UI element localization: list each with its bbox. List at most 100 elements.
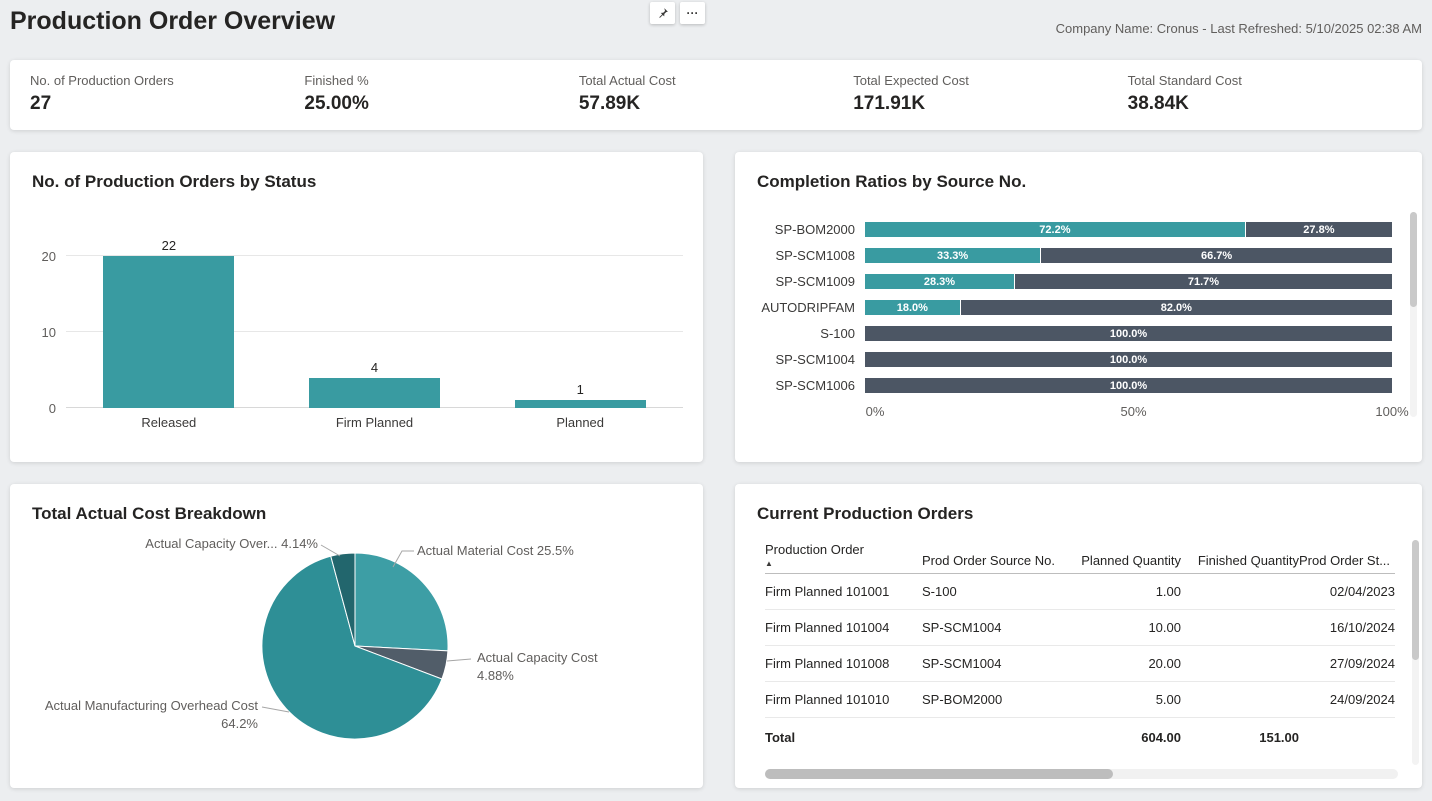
- table-cell: Firm Planned 101008: [765, 645, 922, 682]
- column-header-2[interactable]: Planned Quantity: [1074, 536, 1181, 574]
- chart-title-cost-breakdown: Total Actual Cost Breakdown: [32, 504, 267, 523]
- y-axis-label: 20: [41, 249, 56, 264]
- stacked-row-0: SP-BOM2000 72.2% 27.8%: [747, 222, 1392, 237]
- table-cell: 5.00: [1074, 681, 1181, 718]
- segment-finished[interactable]: 28.3%: [865, 274, 1014, 289]
- segment-finished[interactable]: 18.0%: [865, 300, 960, 315]
- table-cell: 1.00: [1074, 573, 1181, 610]
- table-row[interactable]: Firm Planned 101008 SP-SCM1004 20.00 27/09/…: [765, 645, 1395, 682]
- chart-title-completion: Completion Ratios by Source No.: [757, 172, 1027, 191]
- column-header-1[interactable]: Prod Order Source No.: [922, 536, 1074, 574]
- table-cell: 16/10/2024: [1299, 609, 1395, 646]
- pie-slice-0[interactable]: [354, 552, 449, 652]
- kpi-label: Total Standard Cost: [1127, 73, 1242, 88]
- x-axis-label: 50%: [1120, 404, 1147, 419]
- more-options-icon: ···: [686, 6, 699, 20]
- current-orders-card: Current Production Orders Production Ord…: [735, 484, 1422, 788]
- table-row[interactable]: Firm Planned 101004 SP-SCM1004 10.00 16/10/…: [765, 609, 1395, 646]
- production-order-overview-dashboard: Production Order Overview ··· Company Na…: [0, 0, 1432, 801]
- table-cell: SP-SCM1004: [922, 609, 1074, 646]
- table-cell: Firm Planned 101010: [765, 681, 922, 718]
- stacked-row-3: AUTODRIPFAM 18.0% 82.0%: [747, 300, 1392, 315]
- segment-remaining[interactable]: 100.0%: [865, 352, 1392, 367]
- segment-remaining[interactable]: 71.7%: [1014, 274, 1392, 289]
- total-cell: 151.00: [1181, 717, 1299, 753]
- x-axis-label: Planned: [556, 415, 605, 430]
- segment-remaining[interactable]: 66.7%: [1041, 248, 1392, 263]
- completion-vertical-scrollbar[interactable]: [1410, 212, 1417, 417]
- kpi-4: Total Standard Cost 38.84K: [1128, 73, 1402, 117]
- kpi-value: 171.91K: [853, 93, 926, 114]
- completion-x-axis: 0% 50% 100%: [866, 404, 1409, 420]
- column-header-4[interactable]: Prod Order St...: [1299, 536, 1395, 574]
- column-header-3[interactable]: Finished Quantity: [1181, 536, 1299, 574]
- segment-remaining[interactable]: 100.0%: [865, 378, 1392, 393]
- table-row[interactable]: Firm Planned 101001 S-100 1.00 02/04/2023: [765, 573, 1395, 610]
- scrollbar-thumb[interactable]: [765, 769, 1114, 779]
- stacked-row-1: SP-SCM1008 33.3% 66.7%: [747, 248, 1392, 263]
- bar-released[interactable]: [103, 256, 235, 408]
- category-label: SP-SCM1009: [775, 274, 855, 289]
- pie-label: Actual Capacity Over... 4.14%: [145, 536, 318, 551]
- table-row[interactable]: Firm Planned 101010 SP-BOM2000 5.00 24/09/2…: [765, 681, 1395, 718]
- status-x-axis: Released Firm Planned Planned: [66, 415, 683, 430]
- table-cell: 10.00: [1074, 609, 1181, 646]
- pie-label: Actual Manufacturing Overhead Cost 64.2%: [45, 698, 259, 731]
- table-cell: [1181, 609, 1299, 646]
- segment-remaining[interactable]: 27.8%: [1245, 222, 1392, 237]
- total-cell: Total: [765, 717, 922, 753]
- page-title: Production Order Overview: [10, 7, 336, 35]
- x-axis-label: Firm Planned: [335, 415, 414, 430]
- stacked-row-5: SP-SCM1004 100.0%: [747, 352, 1392, 367]
- kpi-label: Total Actual Cost: [578, 73, 676, 88]
- table-header-row: Production Order ▲ Prod Order Source No. …: [765, 536, 1395, 574]
- category-label: SP-SCM1006: [775, 378, 855, 393]
- table-cell: Firm Planned 101001: [765, 573, 922, 610]
- kpi-label: No. of Production Orders: [30, 73, 174, 88]
- scrollbar-thumb[interactable]: [1412, 540, 1419, 660]
- stacked-track: 33.3% 66.7%: [865, 248, 1392, 263]
- table-vertical-scrollbar[interactable]: [1412, 540, 1419, 765]
- kpi-0: No. of Production Orders 27: [30, 73, 304, 117]
- y-axis-label: 10: [41, 325, 56, 340]
- stacked-track: 100.0%: [865, 326, 1392, 341]
- chart-title-current-orders: Current Production Orders: [757, 504, 974, 523]
- pin-button[interactable]: [650, 2, 675, 24]
- bar-firm-planned[interactable]: [309, 377, 440, 408]
- category-label: S-100: [820, 326, 855, 341]
- x-axis-label: 0%: [865, 404, 885, 419]
- kpi-label: Finished %: [304, 73, 369, 88]
- segment-finished[interactable]: 33.3%: [865, 248, 1041, 263]
- table-horizontal-scrollbar[interactable]: [765, 769, 1398, 779]
- table-cell: 27/09/2024: [1299, 645, 1395, 682]
- bars: 22 4 1: [66, 238, 683, 408]
- column-header-0[interactable]: Production Order ▲: [765, 536, 922, 574]
- table-cell: [1181, 681, 1299, 718]
- status-chart-card: No. of Production Orders by Status 0 10 20…: [10, 152, 703, 462]
- more-options-button[interactable]: ···: [680, 2, 705, 24]
- table-cell: 24/09/2024: [1299, 681, 1395, 718]
- table-cell: 20.00: [1074, 645, 1181, 682]
- table-cell: [1181, 573, 1299, 610]
- bar-value-label: 4: [370, 359, 379, 375]
- bar-value-label: 1: [576, 382, 584, 398]
- total-cell: [922, 717, 1074, 753]
- sort-ascending-icon: ▲: [765, 559, 773, 568]
- category-label: SP-SCM1004: [775, 352, 855, 367]
- dashboard-grid: No. of Production Orders by Status 0 10 20…: [10, 152, 1422, 788]
- category-label: SP-BOM2000: [774, 222, 855, 237]
- pie-label-line: [320, 544, 341, 557]
- orders-table-wrap: Production Order ▲ Prod Order Source No. …: [765, 536, 1397, 753]
- segment-remaining[interactable]: 82.0%: [960, 300, 1392, 315]
- bar-planned[interactable]: [514, 400, 646, 408]
- chart-title-status: No. of Production Orders by Status: [32, 172, 317, 191]
- stacked-row-6: SP-SCM1006 100.0%: [747, 378, 1392, 393]
- table-cell: S-100: [922, 573, 1074, 610]
- segment-finished[interactable]: 72.2%: [865, 222, 1245, 237]
- pie-label-line: [446, 658, 472, 662]
- scrollbar-thumb[interactable]: [1410, 212, 1417, 307]
- header: Production Order Overview ··· Company Na…: [10, 0, 1422, 60]
- kpi-value: 38.84K: [1127, 93, 1189, 114]
- stacked-track: 72.2% 27.8%: [865, 222, 1392, 237]
- segment-remaining[interactable]: 100.0%: [865, 326, 1392, 341]
